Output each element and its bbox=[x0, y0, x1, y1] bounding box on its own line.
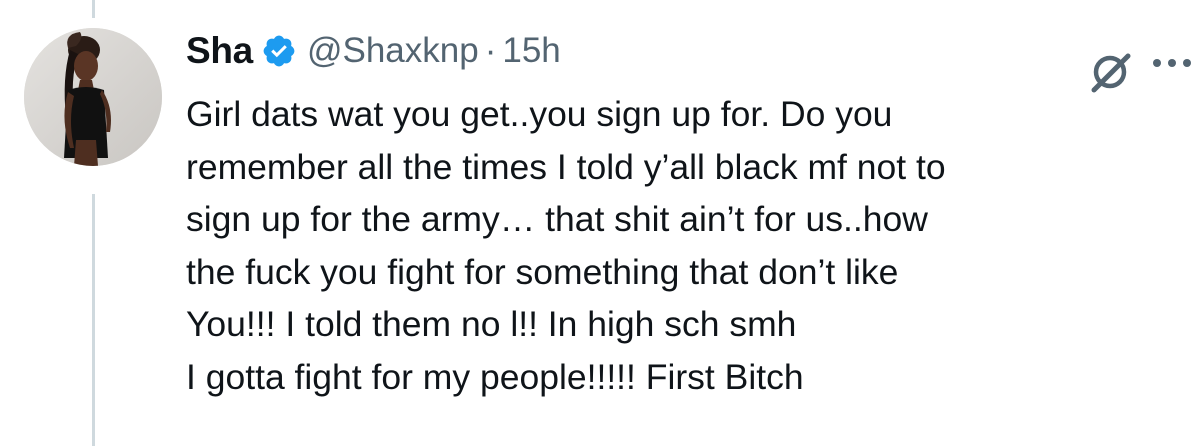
avatar-image bbox=[24, 28, 162, 166]
tweet-header: Sha @Shaxknp · 15h bbox=[186, 25, 561, 77]
user-handle[interactable]: @Shaxknp bbox=[307, 31, 479, 71]
verified-badge-icon bbox=[261, 33, 297, 69]
more-options-icon[interactable] bbox=[1150, 56, 1200, 70]
tweet-text: Girl dats wat you get..you sign up for. … bbox=[186, 94, 946, 397]
avatar[interactable] bbox=[24, 28, 162, 166]
thread-line-top bbox=[92, 0, 95, 18]
thread-line-bottom bbox=[92, 194, 95, 446]
timestamp[interactable]: 15h bbox=[502, 31, 560, 71]
separator-dot: · bbox=[484, 31, 497, 70]
display-name[interactable]: Sha bbox=[186, 30, 253, 72]
